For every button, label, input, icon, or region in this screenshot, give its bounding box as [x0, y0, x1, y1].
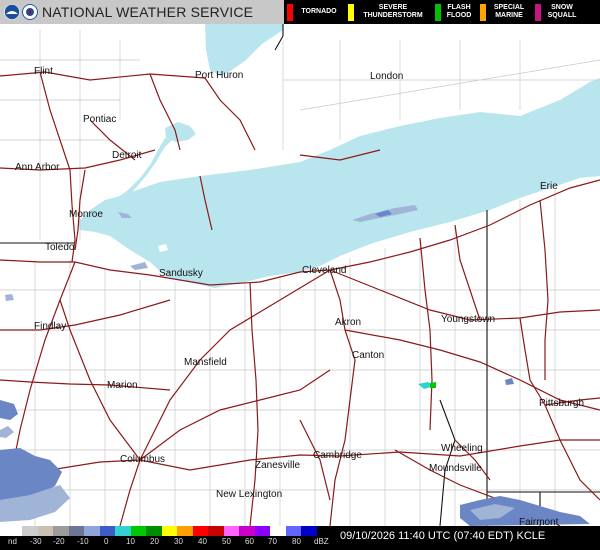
scale-swatch	[99, 526, 115, 536]
legend-item: TORNADO	[284, 0, 342, 24]
scale-label: dBZ	[314, 537, 329, 546]
city-label: Pontiac	[83, 114, 117, 125]
city-label: Toledo	[45, 242, 75, 253]
scale-label: -10	[77, 537, 89, 546]
legend-item: SEVERE THUNDERSTORM	[345, 0, 429, 24]
noaa-logo-icon	[4, 4, 20, 20]
legend-label: SPECIAL MARINE	[493, 4, 525, 19]
city-label: Youngstown	[441, 314, 496, 325]
legend-label: FLASH FLOOD	[446, 4, 472, 19]
city-label: Flint	[34, 66, 53, 77]
city-label: Akron	[335, 317, 362, 328]
city-label: Cleveland	[302, 265, 347, 276]
scale-label: 20	[150, 537, 159, 546]
scale-swatch	[223, 526, 239, 536]
legend-label: SEVERE THUNDERSTORM	[363, 4, 423, 19]
city-label: Erie	[540, 181, 558, 192]
scale-label: 80	[292, 537, 301, 546]
scale-label: 50	[222, 537, 231, 546]
scale-swatch	[68, 526, 84, 536]
lake-st-clair	[165, 122, 196, 142]
legend-item: SNOW SQUALL	[532, 0, 580, 24]
city-label: Ann Arbor	[15, 162, 60, 173]
scale-swatch	[192, 526, 208, 536]
lake-huron	[205, 24, 283, 76]
scale-swatch	[146, 526, 162, 536]
scale-swatch	[37, 526, 53, 536]
scale-swatch	[84, 526, 100, 536]
nws-logo-icon	[22, 4, 38, 20]
warning-legend: TORNADO SEVERE THUNDERSTORM FLASH FLOOD SPE…	[284, 0, 600, 24]
city-label: Sandusky	[159, 268, 203, 279]
city-label: London	[370, 71, 404, 82]
city-label: Zanesville	[255, 460, 301, 471]
reflectivity-scale	[0, 526, 317, 536]
scale-swatch	[254, 526, 270, 536]
scale-swatch	[270, 526, 286, 536]
scale-swatch	[285, 526, 301, 536]
page-title: NATIONAL WEATHER SERVICE	[42, 4, 254, 20]
city-label: Marion	[107, 380, 138, 391]
scale-swatch	[177, 526, 193, 536]
scale-swatch	[239, 526, 255, 536]
city-label: Columbus	[120, 454, 166, 465]
city-label: Port Huron	[195, 70, 244, 81]
scale-swatch	[22, 526, 38, 536]
city-label: Findlay	[34, 321, 67, 332]
scale-label: nd	[8, 537, 17, 546]
scale-label: 30	[174, 537, 183, 546]
legend-label: SNOW SQUALL	[547, 4, 577, 19]
city-label: New Lexington	[216, 489, 283, 500]
legend-swatch	[535, 3, 541, 21]
city-label: Cambridge	[313, 450, 362, 461]
scale-label: 60	[245, 537, 254, 546]
scale-swatch	[301, 526, 317, 536]
scale-label: -30	[30, 537, 42, 546]
city-label: Canton	[352, 350, 385, 361]
legend-label: TORNADO	[301, 8, 337, 15]
scale-label: 40	[198, 537, 207, 546]
city-label: Monroe	[69, 209, 103, 220]
legend-item: FLASH FLOOD	[432, 0, 474, 24]
lake-erie	[78, 78, 600, 288]
city-label: Wheeling	[441, 443, 483, 454]
agency-logos	[4, 4, 38, 20]
scale-label: 70	[268, 537, 277, 546]
city-label: Moundsville	[429, 463, 482, 474]
scale-label: -20	[53, 537, 65, 546]
scale-swatch	[161, 526, 177, 536]
legend-swatch	[348, 3, 354, 21]
scale-label: 0	[104, 537, 109, 546]
legend-swatch	[287, 3, 293, 21]
legend-swatch	[480, 3, 486, 21]
state-borders	[0, 24, 600, 527]
scale-swatch	[130, 526, 146, 536]
city-label: Detroit	[112, 150, 142, 161]
scale-swatch	[0, 526, 22, 536]
scale-swatch	[115, 526, 131, 536]
scale-swatch	[208, 526, 224, 536]
legend-item: SPECIAL MARINE	[477, 0, 529, 24]
scale-swatch	[53, 526, 69, 536]
city-label: Mansfield	[184, 357, 227, 368]
timestamp: 09/10/2026 11:40 UTC (07:40 EDT) KCLE	[340, 530, 546, 542]
county-lines	[0, 30, 600, 526]
city-label: Pittsburgh	[539, 398, 585, 409]
legend-swatch	[435, 3, 441, 21]
scale-label: 10	[126, 537, 135, 546]
